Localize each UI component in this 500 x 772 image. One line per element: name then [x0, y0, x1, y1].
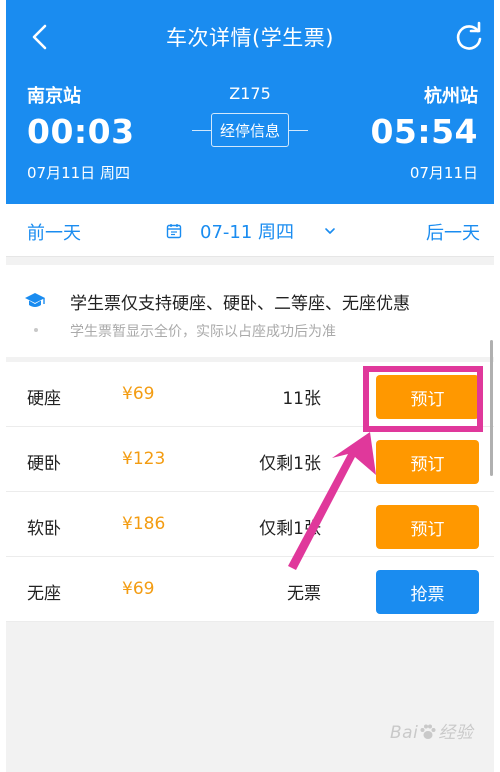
chevron-down-icon [325, 228, 335, 234]
page-title: 车次详情(学生票) [166, 26, 334, 50]
seat-price: ¥123 [122, 449, 166, 469]
bullet-dot [34, 328, 38, 332]
grab-ticket-button[interactable]: 抢票 [376, 570, 479, 614]
prev-day-button[interactable]: 前一天 [27, 219, 81, 245]
seat-row-soft-sleeper: 软卧 ¥186 仅剩1张 预订 [6, 492, 494, 557]
seat-remaining: 11张 [282, 389, 321, 409]
book-button[interactable]: 预订 [376, 505, 479, 549]
seat-row-no-seat: 无座 ¥69 无票 抢票 [6, 557, 494, 622]
seat-price: ¥69 [122, 579, 155, 599]
train-number: Z175 [229, 84, 271, 103]
notice-main-text: 学生票仅支持硬座、硬卧、二等座、无座优惠 [70, 294, 410, 314]
watermark-suffix: 经验 [438, 723, 474, 743]
seat-type: 硬座 [27, 389, 61, 409]
arrival-date: 07月11日 [409, 164, 478, 182]
selected-date: 07-11 周四 [200, 222, 295, 243]
student-ticket-notice: 学生票仅支持硬座、硬卧、二等座、无座优惠 学生票暂显示全价，实际以占座成功后为准 [6, 265, 494, 357]
book-button[interactable]: 预订 [376, 440, 479, 484]
date-bar: 前一天 07-11 周四 后一天 [6, 204, 494, 257]
paw-icon [420, 724, 436, 739]
date-selector[interactable]: 07-11 周四 [166, 217, 336, 245]
header: 车次详情(学生票) 南京站 Z175 杭州站 00:03 经停信息 05:54 … [6, 0, 494, 204]
seat-remaining: 无票 [287, 584, 321, 604]
seat-remaining: 仅剩1张 [259, 454, 321, 474]
seat-row-hard-sleeper: 硬卧 ¥123 仅剩1张 预订 [6, 427, 494, 492]
seat-type: 软卧 [27, 519, 61, 539]
seat-price: ¥69 [122, 384, 155, 404]
arrival-time: 05:54 [370, 112, 478, 151]
watermark-prefix: Bai [390, 723, 419, 743]
calendar-icon [166, 224, 182, 239]
graduation-cap-icon [25, 293, 45, 307]
next-day-button[interactable]: 后一天 [426, 219, 480, 245]
departure-date: 07月11日 周四 [27, 164, 130, 182]
seat-type: 硬卧 [27, 454, 61, 474]
refresh-icon[interactable] [454, 20, 484, 54]
watermark: Bai 经验 [390, 718, 473, 743]
scrollbar-thumb[interactable] [490, 340, 493, 476]
seat-type: 无座 [27, 584, 61, 604]
notice-sub-text: 学生票暂显示全价，实际以占座成功后为准 [70, 324, 336, 340]
seat-price: ¥186 [122, 514, 166, 534]
arrival-station: 杭州站 [424, 86, 478, 107]
stops-info-button[interactable]: 经停信息 [211, 113, 289, 147]
departure-time: 00:03 [27, 112, 135, 151]
stops-divider-right [289, 130, 308, 131]
highlight-box [363, 366, 483, 432]
seat-remaining: 仅剩1张 [259, 519, 321, 539]
stops-divider-left [192, 130, 211, 131]
